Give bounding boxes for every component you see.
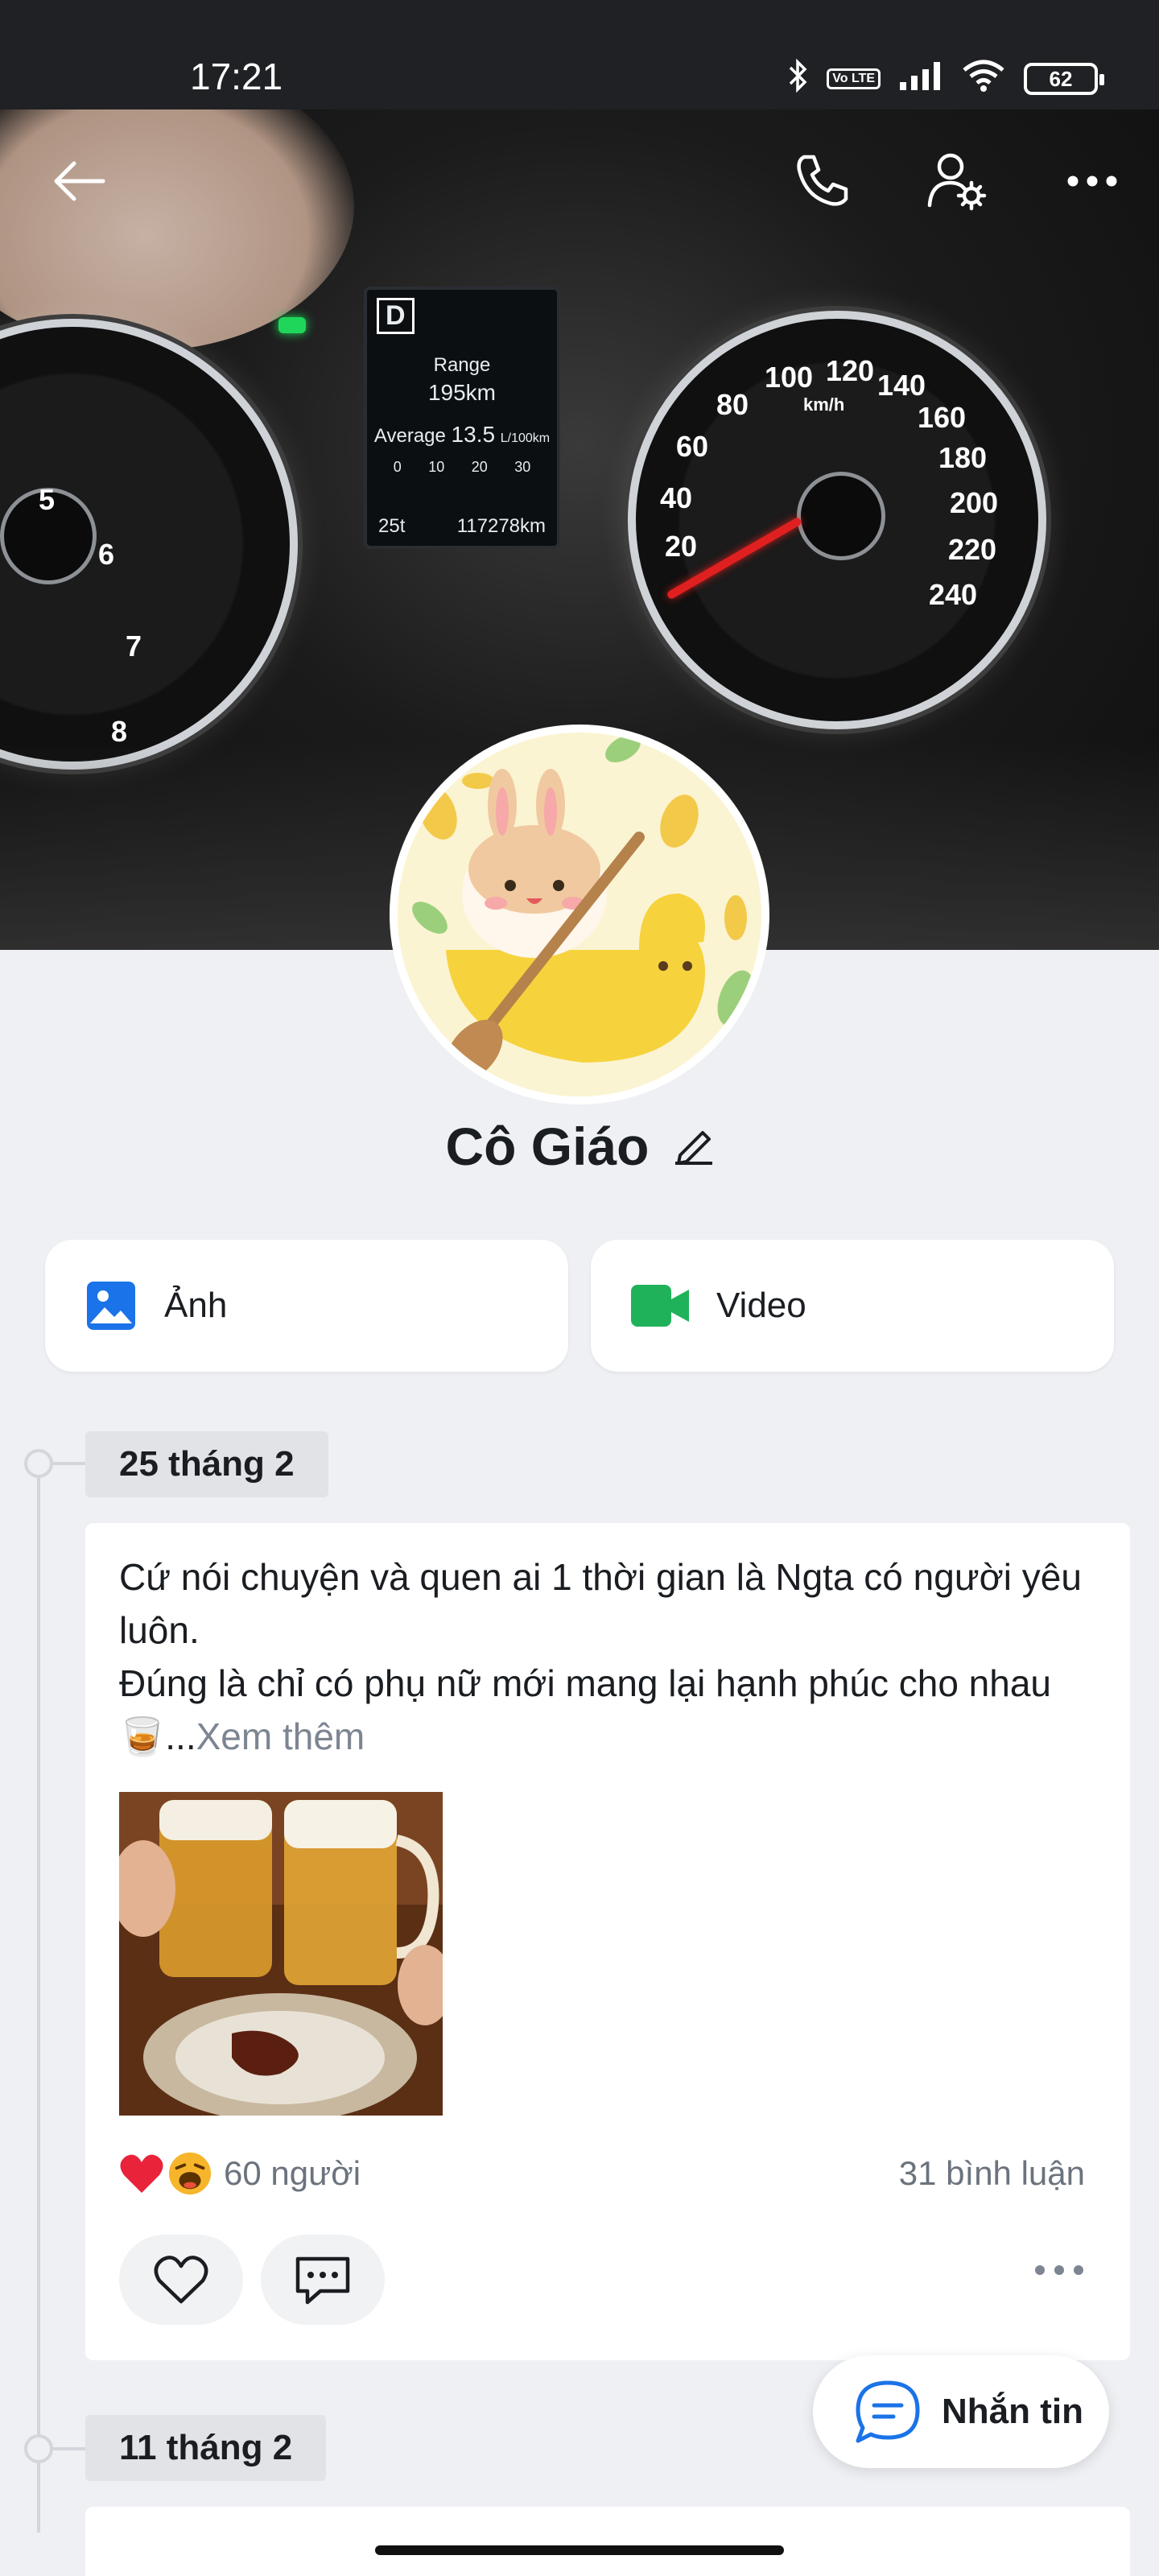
indicator-light	[278, 317, 306, 333]
speed-num: 20	[665, 530, 698, 563]
post-card-next[interactable]	[85, 2507, 1130, 2576]
back-button[interactable]	[42, 145, 114, 217]
speed-num: 160	[918, 401, 967, 434]
edit-name-button[interactable]	[674, 1116, 714, 1177]
speed-num: 100	[765, 361, 814, 394]
bluetooth-icon	[788, 58, 809, 100]
scale-label: 30	[514, 459, 531, 475]
comment-count[interactable]: 31 bình luận	[899, 2154, 1085, 2193]
reactions-summary[interactable]: 60 người	[119, 2151, 361, 2196]
bunny-avatar-illustration	[398, 733, 761, 1096]
photos-button[interactable]: Ảnh	[45, 1240, 568, 1372]
phone-icon	[797, 155, 848, 206]
range-value: 195km	[427, 380, 497, 405]
pencil-icon	[674, 1131, 712, 1165]
tach-num: 5	[39, 483, 56, 516]
reaction-count: 60 người	[224, 2154, 361, 2192]
profile-name: Cô Giáo	[445, 1117, 650, 1176]
laugh-reaction-icon	[167, 2151, 212, 2196]
post-more-button[interactable]	[1035, 2265, 1083, 2275]
videos-button[interactable]: Video	[591, 1240, 1114, 1372]
dot	[1074, 2265, 1083, 2275]
wifi-icon	[961, 59, 1006, 99]
gear-indicator: D	[377, 298, 415, 334]
speed-num: 80	[716, 388, 749, 421]
profile-settings-button[interactable]	[921, 145, 993, 217]
timeline-dot	[24, 2434, 53, 2463]
speed-num: 40	[660, 481, 693, 514]
post-text-line: Đúng là chỉ có phụ nữ mới mang lại hạnh …	[119, 1662, 1052, 1704]
scale-label: 10	[428, 459, 445, 475]
heart-reaction-icon	[119, 2151, 164, 2196]
video-camera-icon	[631, 1285, 689, 1327]
avatar[interactable]	[390, 724, 769, 1104]
timeline-tick	[53, 2447, 85, 2450]
date-chip: 25 tháng 2	[85, 1431, 328, 1497]
speed-num: 140	[877, 369, 926, 402]
back-arrow-icon	[54, 161, 105, 201]
temperature-value: 25t	[378, 515, 406, 537]
trip-computer-display: D Range 195km Average 13.5 L/100km 0 10 …	[364, 287, 560, 549]
battery-icon: 62	[1024, 63, 1104, 95]
status-bar: 17:21 Vo LTE 62	[0, 0, 1159, 109]
post-emoji: 🥃	[119, 1715, 166, 1757]
post-card[interactable]: Cứ nói chuyện và quen ai 1 thời gian là …	[85, 1523, 1130, 2360]
more-icon	[1067, 175, 1117, 187]
speed-unit: km/h	[803, 394, 845, 415]
call-button[interactable]	[786, 145, 858, 217]
average-label: Average	[373, 425, 446, 447]
heart-outline-icon	[154, 2256, 208, 2304]
post-text-line: Cứ nói chuyện và quen ai 1 thời gian là …	[119, 1556, 1082, 1651]
date-chip: 11 tháng 2	[85, 2415, 327, 2481]
timeline-tick	[53, 1462, 85, 1465]
status-icons: Vo LTE 62	[788, 58, 1104, 100]
chat-bubble-icon	[856, 2380, 920, 2443]
volte-icon: Vo LTE	[827, 68, 881, 89]
post-text[interactable]: Cứ nói chuyện và quen ai 1 thời gian là …	[119, 1550, 1085, 1763]
average-value: 13.5	[451, 422, 496, 447]
tach-num: 6	[98, 538, 115, 571]
tachometer-gauge: x1000rpm 3 4 5 6 7 8	[0, 319, 298, 770]
scale-label: 0	[393, 459, 402, 475]
user-settings-icon	[927, 153, 987, 211]
post-photo[interactable]	[119, 1792, 443, 2116]
dot	[1035, 2265, 1045, 2275]
average-unit: L/100km	[500, 431, 551, 445]
comment-button[interactable]	[261, 2235, 385, 2325]
post-ellipsis: ...	[165, 1715, 196, 1757]
beer-mugs-photo	[119, 1792, 443, 2116]
status-time: 17:21	[190, 56, 283, 97]
speed-num: 200	[950, 486, 999, 519]
more-options-button[interactable]	[1056, 145, 1128, 217]
range-label: Range	[433, 354, 491, 376]
speed-num: 120	[826, 354, 875, 387]
videos-label: Video	[716, 1286, 806, 1325]
speed-num: 220	[948, 533, 997, 566]
photos-label: Ảnh	[164, 1286, 228, 1325]
comment-icon	[295, 2256, 350, 2305]
speedometer-gauge: km/h 20 40 60 80 100 120 140 160 180 200…	[628, 311, 1046, 729]
timeline-line	[37, 1462, 40, 2533]
scale-label: 20	[471, 459, 488, 475]
speed-num: 180	[938, 441, 988, 474]
odometer-value: 117278km	[456, 515, 546, 537]
signal-icon	[898, 60, 943, 98]
speed-num: 60	[676, 430, 709, 463]
see-more-link[interactable]: Xem thêm	[196, 1715, 365, 1757]
home-indicator[interactable]	[375, 2545, 784, 2555]
dot	[1054, 2265, 1064, 2275]
image-icon	[87, 1282, 135, 1330]
speed-num: 240	[929, 578, 978, 611]
speedometer-hub	[797, 472, 885, 560]
like-button[interactable]	[119, 2235, 243, 2325]
send-message-label: Nhắn tin	[942, 2392, 1083, 2431]
timeline-dot	[24, 1449, 53, 1478]
send-message-button[interactable]: Nhắn tin	[813, 2355, 1109, 2468]
tach-num: 7	[126, 630, 142, 663]
profile-name-row: Cô Giáo	[0, 1116, 1159, 1177]
